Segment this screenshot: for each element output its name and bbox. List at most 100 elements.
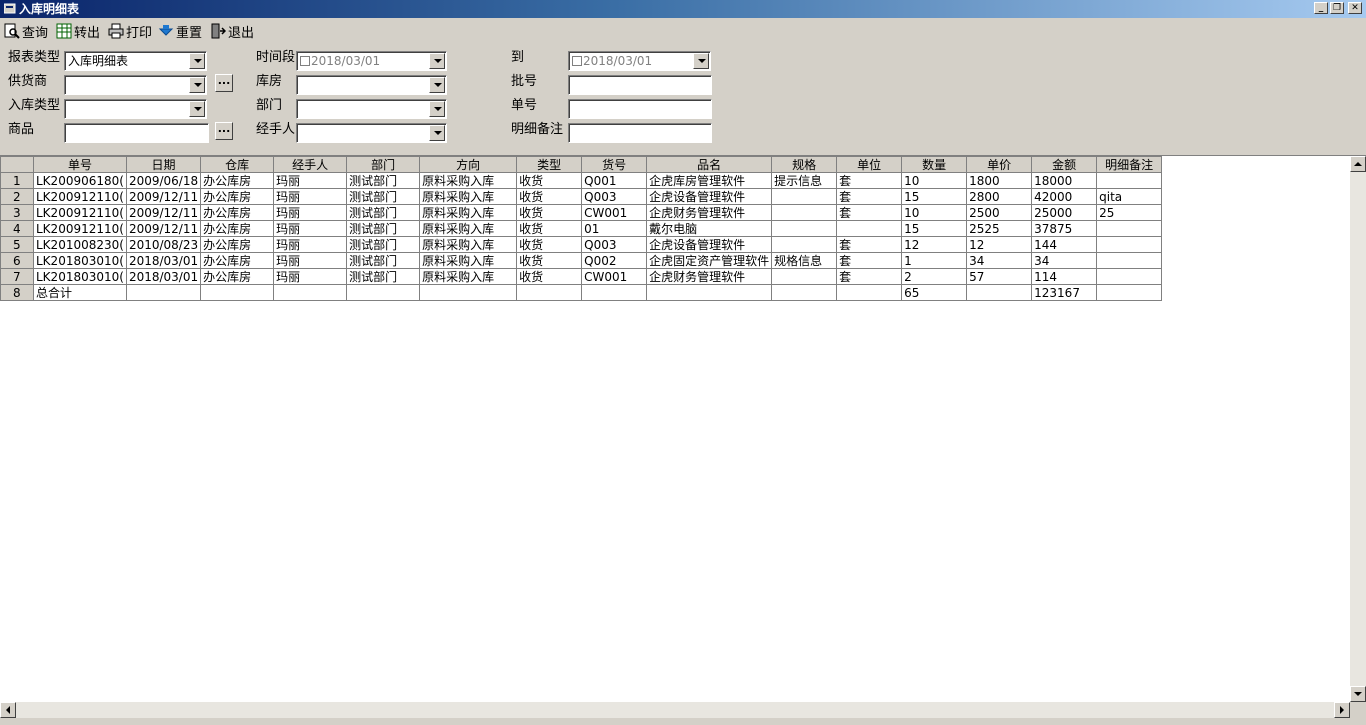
table-cell[interactable]: 收货 — [516, 236, 583, 253]
export-button[interactable]: 转出 — [56, 21, 100, 41]
vertical-scrollbar[interactable] — [1350, 156, 1366, 702]
doc-no-input[interactable] — [568, 99, 712, 119]
table-cell[interactable]: 套 — [836, 188, 903, 205]
table-cell[interactable]: 套 — [836, 236, 903, 253]
table-cell[interactable]: 37875 — [1031, 220, 1098, 237]
table-cell[interactable]: 企虎财务管理软件 — [646, 268, 773, 285]
table-cell[interactable]: 办公库房 — [200, 220, 275, 237]
column-header[interactable]: 单号 — [33, 156, 127, 173]
chevron-down-icon[interactable] — [429, 125, 445, 141]
table-cell[interactable]: 12 — [966, 236, 1033, 253]
column-header[interactable]: 品名 — [646, 156, 773, 173]
table-cell[interactable]: 2009/12/11 — [125, 220, 202, 237]
table-cell[interactable] — [125, 284, 202, 301]
column-header[interactable]: 日期 — [125, 156, 202, 173]
table-cell[interactable]: 测试部门 — [346, 204, 421, 221]
table-cell[interactable]: 办公库房 — [200, 252, 275, 269]
column-header[interactable]: 类型 — [516, 156, 583, 173]
row-header[interactable]: 8 — [0, 284, 34, 301]
table-cell[interactable]: 25000 — [1031, 204, 1098, 221]
table-cell[interactable]: 办公库房 — [200, 268, 275, 285]
column-header[interactable]: 单位 — [836, 156, 903, 173]
scroll-right-button[interactable] — [1334, 702, 1350, 718]
table-cell[interactable]: 34 — [1031, 252, 1098, 269]
table-cell[interactable] — [771, 284, 838, 301]
table-cell[interactable]: 2500 — [966, 204, 1033, 221]
reset-button[interactable]: 重置 — [158, 21, 202, 41]
table-cell[interactable]: 42000 — [1031, 188, 1098, 205]
chevron-down-icon[interactable] — [693, 53, 709, 69]
row-header[interactable]: 2 — [0, 188, 34, 205]
table-row[interactable]: 4 LK200912110(2009/12/11 办公库房 玛丽 测试部门 原料采购入库收… — [0, 220, 1163, 237]
table-cell[interactable]: 测试部门 — [346, 252, 421, 269]
table-cell[interactable]: Q001 — [581, 172, 648, 189]
table-cell[interactable] — [419, 284, 518, 301]
table-cell[interactable]: LK200912110( — [33, 204, 127, 221]
horizontal-scrollbar[interactable] — [0, 702, 1350, 718]
column-header[interactable]: 单价 — [966, 156, 1033, 173]
table-cell[interactable]: 10 — [901, 204, 968, 221]
table-cell[interactable]: 玛丽 — [273, 172, 348, 189]
column-header[interactable]: 金额 — [1031, 156, 1098, 173]
table-cell[interactable]: 测试部门 — [346, 268, 421, 285]
row-header[interactable]: 7 — [0, 268, 34, 285]
table-cell[interactable]: LK201008230( — [33, 236, 127, 253]
table-cell[interactable]: 收货 — [516, 204, 583, 221]
table-cell[interactable]: CW001 — [581, 268, 648, 285]
table-cell[interactable]: 25 — [1096, 204, 1163, 221]
table-cell[interactable]: 测试部门 — [346, 236, 421, 253]
table-cell[interactable] — [1096, 252, 1163, 269]
table-cell[interactable]: 企虎财务管理软件 — [646, 204, 773, 221]
table-cell[interactable]: 办公库房 — [200, 204, 275, 221]
date-to-picker[interactable]: 2018/03/01 — [568, 51, 711, 71]
date-to-checkbox[interactable] — [572, 56, 582, 66]
scroll-up-button[interactable] — [1350, 156, 1366, 172]
in-type-select[interactable] — [64, 99, 207, 119]
chevron-down-icon[interactable] — [429, 77, 445, 93]
column-header[interactable]: 部门 — [346, 156, 421, 173]
date-from-checkbox[interactable] — [300, 56, 310, 66]
table-cell[interactable]: 原料采购入库 — [419, 268, 518, 285]
table-cell[interactable]: 收货 — [516, 188, 583, 205]
table-cell[interactable]: 65 — [901, 284, 968, 301]
table-cell[interactable] — [1096, 220, 1163, 237]
table-cell[interactable]: 套 — [836, 252, 903, 269]
column-header[interactable]: 货号 — [581, 156, 648, 173]
table-cell[interactable]: 原料采购入库 — [419, 204, 518, 221]
column-header[interactable]: 方向 — [419, 156, 518, 173]
table-cell[interactable]: CW001 — [581, 204, 648, 221]
table-cell[interactable]: 戴尔电脑 — [646, 220, 773, 237]
table-cell[interactable]: 原料采购入库 — [419, 236, 518, 253]
restore-button[interactable]: ❐ — [1330, 2, 1344, 14]
table-cell[interactable]: 10 — [901, 172, 968, 189]
close-button[interactable]: ✕ — [1348, 2, 1362, 14]
print-button[interactable]: 打印 — [108, 21, 152, 41]
table-cell[interactable]: 企虎固定资产管理软件 — [646, 252, 773, 269]
table-cell[interactable]: 套 — [836, 204, 903, 221]
exit-button[interactable]: 退出 — [210, 21, 254, 41]
table-cell[interactable]: Q002 — [581, 252, 648, 269]
table-cell[interactable] — [771, 188, 838, 205]
total-row[interactable]: 8 总合计 65 123167 — [0, 284, 1163, 301]
table-row[interactable]: 7 LK201803010(2018/03/01 办公库房 玛丽 测试部门 原料采购入库收… — [0, 268, 1163, 285]
table-cell[interactable]: 57 — [966, 268, 1033, 285]
table-cell[interactable] — [516, 284, 583, 301]
detail-note-input[interactable] — [568, 123, 712, 143]
table-cell[interactable]: 玛丽 — [273, 252, 348, 269]
table-cell[interactable]: 15 — [901, 220, 968, 237]
batch-input[interactable] — [568, 75, 712, 95]
table-cell[interactable] — [646, 284, 773, 301]
table-cell[interactable]: Q003 — [581, 236, 648, 253]
supplier-select[interactable] — [64, 75, 207, 95]
table-cell[interactable]: 收货 — [516, 172, 583, 189]
table-row[interactable]: 1 LK200906180(2009/06/18 办公库房 玛丽 测试部门 原料采购入库收… — [0, 172, 1163, 189]
table-cell[interactable] — [1096, 236, 1163, 253]
row-header[interactable]: 5 — [0, 236, 34, 253]
chevron-down-icon[interactable] — [429, 101, 445, 117]
handler-select[interactable] — [296, 123, 447, 143]
table-cell[interactable]: 2009/12/11 — [125, 188, 202, 205]
table-cell[interactable]: 1800 — [966, 172, 1033, 189]
table-cell[interactable] — [836, 284, 903, 301]
chevron-down-icon[interactable] — [189, 101, 205, 117]
column-header[interactable]: 数量 — [901, 156, 968, 173]
